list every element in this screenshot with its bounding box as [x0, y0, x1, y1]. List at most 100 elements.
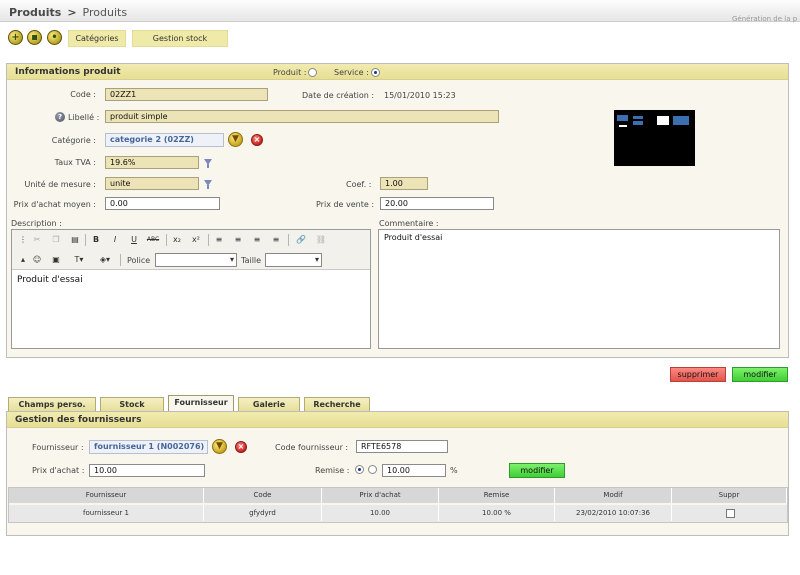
- tab-stock[interactable]: Stock: [100, 397, 164, 411]
- editor-toolbar: ⋮ ✂ ❐ ▤ B I U ABC x₂ x² ≡ ≡ ≡ ≡ 🔗 ⛓ ▴ ☺ …: [12, 230, 370, 270]
- toolbar-separator: [166, 234, 167, 246]
- toolbar-separator: [208, 234, 209, 246]
- remise-amount-radio[interactable]: [368, 465, 377, 474]
- taille-select[interactable]: [265, 253, 322, 267]
- table-row: fournisseur 1 gfydyrd 10.00 10.00 % 23/0…: [9, 505, 787, 522]
- toolbar-separator: [288, 234, 289, 246]
- breadcrumb: Produits > Produits: [9, 6, 127, 19]
- superscript-icon[interactable]: x²: [189, 233, 203, 246]
- remise-percent-radio[interactable]: [355, 465, 364, 474]
- code-label: Code :: [70, 90, 96, 99]
- product-image: [614, 110, 695, 166]
- add-icon[interactable]: +: [8, 30, 23, 45]
- breadcrumb-root[interactable]: Produits: [9, 6, 61, 19]
- align-center-icon[interactable]: ≡: [231, 233, 245, 246]
- column-header-remise: Remise: [439, 488, 555, 503]
- cut-icon[interactable]: ✂: [30, 233, 44, 246]
- commentaire-textarea[interactable]: Produit d'essai: [378, 229, 780, 349]
- commentaire-label: Commentaire :: [379, 219, 439, 228]
- date-creation-label: Date de création :: [302, 91, 375, 100]
- breadcrumb-current: Produits: [82, 6, 128, 19]
- align-right-icon[interactable]: ≡: [250, 233, 264, 246]
- clear-categorie-icon[interactable]: ×: [251, 134, 263, 146]
- type-produit-radio[interactable]: [308, 68, 317, 77]
- description-label: Description :: [11, 219, 62, 228]
- column-header-modif: Modif: [555, 488, 672, 503]
- description-content[interactable]: Produit d'essai: [17, 275, 362, 345]
- coef-label: Coef. :: [346, 180, 372, 189]
- cell-fournisseur: fournisseur 1: [9, 505, 204, 521]
- strikethrough-icon[interactable]: ABC: [146, 233, 160, 246]
- subscript-icon[interactable]: x₂: [170, 233, 184, 246]
- italic-icon[interactable]: I: [108, 233, 122, 246]
- toolbar-separator: [120, 254, 121, 266]
- cell-modif: 23/02/2010 10:07:36: [555, 505, 672, 521]
- background-color-icon[interactable]: ◈▾: [94, 253, 116, 266]
- cell-remise: 10.00 %: [439, 505, 555, 521]
- remise-label: Remise :: [315, 466, 350, 475]
- clear-fournisseur-icon[interactable]: ×: [235, 441, 247, 453]
- coef-field[interactable]: 1.00: [380, 177, 428, 190]
- tab-recherche[interactable]: Recherche: [304, 397, 370, 411]
- libelle-field[interactable]: produit simple: [105, 110, 499, 123]
- select-fournisseur-icon[interactable]: ▼: [212, 439, 227, 454]
- copy-icon[interactable]: ❐: [49, 233, 63, 246]
- modifier-button[interactable]: modifier: [732, 367, 788, 382]
- handle-icon[interactable]: ⋮: [16, 233, 30, 246]
- fournisseur-link[interactable]: fournisseur 1 (N002076): [89, 440, 208, 454]
- tva-field[interactable]: 19.6%: [105, 156, 199, 169]
- fournisseur-label: Fournisseur :: [32, 443, 84, 452]
- corner-text: Génération de la p: [732, 15, 798, 23]
- type-service-label: Service :: [334, 68, 369, 77]
- prix-achat-input[interactable]: 0.00: [105, 197, 220, 210]
- supprimer-button[interactable]: supprimer: [670, 367, 726, 382]
- unite-field[interactable]: unite: [105, 177, 199, 190]
- prix-vente-label: Prix de vente :: [316, 200, 375, 209]
- code-fournisseur-label: Code fournisseur :: [275, 443, 349, 452]
- toolbar-separator: [85, 234, 86, 246]
- taille-label: Taille: [241, 256, 262, 265]
- underline-icon[interactable]: U: [127, 233, 141, 246]
- police-select[interactable]: [155, 253, 237, 267]
- gestion-stock-button[interactable]: Gestion stock: [132, 30, 228, 47]
- categorie-link[interactable]: categorie 2 (02ZZ): [105, 133, 224, 147]
- paste-icon[interactable]: ▤: [68, 233, 82, 246]
- chat-icon[interactable]: •: [47, 30, 62, 45]
- expand-arrow-icon[interactable]: ▴: [16, 253, 30, 266]
- column-header-code: Code: [204, 488, 322, 503]
- tab-fournisseur[interactable]: Fournisseur: [168, 395, 234, 411]
- justify-icon[interactable]: ≡: [269, 233, 283, 246]
- align-left-icon[interactable]: ≡: [212, 233, 226, 246]
- bold-icon[interactable]: B: [89, 233, 103, 246]
- breadcrumb-separator: >: [67, 6, 77, 19]
- image-block: [633, 121, 643, 125]
- product-info-title: Informations produit: [7, 64, 788, 80]
- suppr-checkbox[interactable]: [726, 509, 735, 518]
- tab-galerie[interactable]: Galerie: [238, 397, 300, 411]
- filter-icon[interactable]: [204, 180, 212, 189]
- box-icon[interactable]: ▣: [49, 253, 63, 266]
- tva-label: Taux TVA :: [54, 158, 96, 167]
- prix-achat-fournisseur-label: Prix d'achat :: [32, 466, 85, 475]
- categories-button[interactable]: Catégories: [68, 30, 126, 47]
- text-color-icon[interactable]: T▾: [68, 253, 90, 266]
- image-block: [673, 116, 689, 125]
- help-icon[interactable]: ?: [55, 112, 65, 122]
- code-field[interactable]: 02ZZ1: [105, 88, 268, 101]
- image-block: [619, 125, 627, 127]
- link-icon[interactable]: 🔗: [294, 233, 308, 246]
- tab-champs-perso[interactable]: Champs perso.: [8, 397, 96, 411]
- remise-input[interactable]: 10.00: [382, 464, 446, 477]
- filter-icon[interactable]: [204, 159, 212, 168]
- type-service-radio[interactable]: [371, 68, 380, 77]
- smiley-icon[interactable]: ☺: [30, 253, 44, 266]
- date-creation-value: 15/01/2010 15:23: [384, 91, 456, 100]
- prix-vente-input[interactable]: 20.00: [380, 197, 494, 210]
- unlink-icon[interactable]: ⛓: [314, 233, 328, 246]
- folder-icon[interactable]: ▪: [27, 30, 42, 45]
- image-block: [617, 115, 628, 121]
- select-categorie-icon[interactable]: ▼: [228, 132, 243, 147]
- prix-achat-fournisseur-input[interactable]: 10.00: [89, 464, 205, 477]
- code-fournisseur-input[interactable]: RFTE6578: [356, 440, 448, 453]
- modifier-fournisseur-button[interactable]: modifier: [509, 463, 565, 478]
